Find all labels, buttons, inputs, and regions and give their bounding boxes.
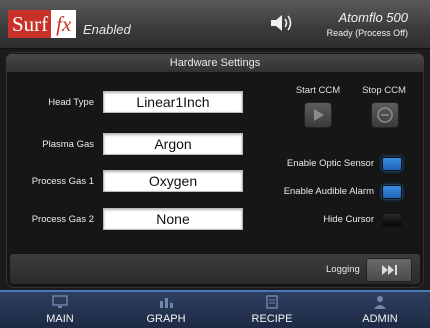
stop-ccm-label: Stop CCM [362,85,406,96]
nav-admin[interactable]: ADMIN [350,292,410,328]
enable-optic-sensor-label: Enable Optic Sensor [286,158,374,169]
plasma-gas-field[interactable]: Argon [103,133,243,155]
stop-icon [377,107,393,123]
process-gas-2-field[interactable]: None [103,208,243,230]
nav-graph[interactable]: GRAPH [136,292,196,328]
logging-label: Logging [326,264,360,275]
logo-fx-text: fx [51,10,77,38]
system-status: Enabled [83,22,131,37]
stop-ccm-button[interactable] [371,102,399,128]
hide-cursor-toggle[interactable] [382,213,402,227]
device-state: Ready (Process Off) [326,28,408,38]
enable-audible-alarm-toggle[interactable] [382,185,402,199]
play-icon [314,109,324,121]
nav-graph-label: GRAPH [146,313,186,325]
process-gas-1-label: Process Gas 1 [31,176,94,187]
nav-main-label: MAIN [46,313,74,325]
monitor-icon [52,295,68,308]
device-name: Atomflo 500 [338,10,408,25]
start-ccm-label: Start CCM [295,85,341,96]
logging-button[interactable] [366,258,412,282]
bottom-nav: MAIN GRAPH RECIPE ADMIN [0,290,430,328]
surfx-logo: Surf fx [8,10,77,38]
head-type-label: Head Type [48,97,94,108]
user-icon [374,296,386,309]
fast-forward-icon [382,265,397,275]
process-gas-1-field[interactable]: Oxygen [103,170,243,192]
bar-chart-icon [160,298,173,308]
logo-surf-text: Surf [8,10,52,38]
enable-audible-alarm-label: Enable Audible Alarm [283,186,374,197]
enable-optic-sensor-toggle[interactable] [382,157,402,171]
process-gas-2-label: Process Gas 2 [31,214,94,225]
head-type-field[interactable]: Linear1Inch [103,91,243,113]
top-bar: Surf fx Enabled Atomflo 500 Ready (Proce… [0,0,430,49]
speaker-icon[interactable] [268,12,296,34]
nav-main[interactable]: MAIN [30,292,90,328]
nav-recipe-label: RECIPE [251,313,293,325]
nav-recipe[interactable]: RECIPE [242,292,302,328]
plasma-gas-label: Plasma Gas [42,139,94,150]
start-ccm-button[interactable] [304,102,332,128]
hide-cursor-label: Hide Cursor [323,214,374,225]
nav-admin-label: ADMIN [362,313,398,325]
panel-title: Hardware Settings [6,54,424,72]
document-icon [266,295,278,309]
